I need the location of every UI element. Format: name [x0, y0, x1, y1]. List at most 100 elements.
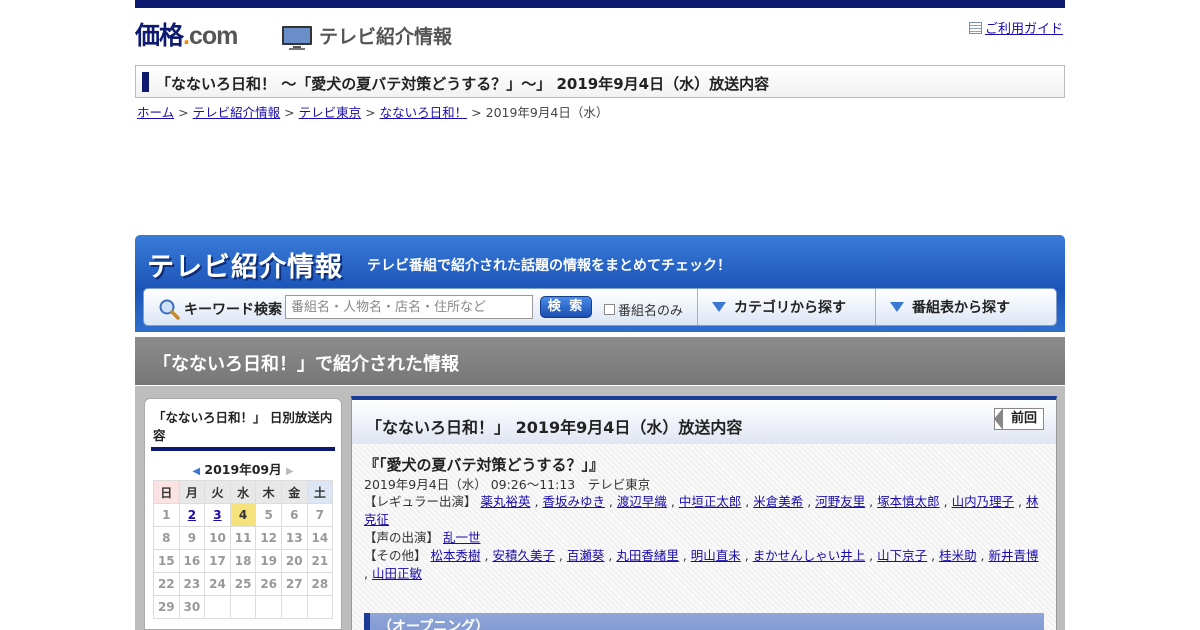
- cast-member-link[interactable]: 薬丸裕英: [481, 494, 531, 509]
- triangle-down-icon: [712, 302, 726, 312]
- voice-cast-line: 【声の出演】 乱一世: [364, 529, 1044, 547]
- cast-member-link[interactable]: 安積久美子: [492, 548, 555, 563]
- cast-member-link[interactable]: 山田正敏: [372, 566, 422, 581]
- cast-member-link[interactable]: 明山直未: [691, 548, 741, 563]
- category-search-button[interactable]: カテゴリから探す: [697, 289, 875, 325]
- calendar-week-row: 22 23 24 25 26 27 28: [153, 572, 334, 596]
- cast-member-link[interactable]: 河野友里: [815, 494, 865, 509]
- calendar-day: 1: [153, 503, 180, 527]
- calendar-week-row: 29 30: [153, 595, 334, 619]
- calendar-day: 24: [204, 572, 231, 596]
- calendar-day: 16: [178, 549, 206, 573]
- episode-meta: 2019年9月4日（水） 09:26～11:13 テレビ東京: [364, 477, 651, 492]
- calendar-weekday: 火: [204, 480, 231, 504]
- regular-cast-line: 【レギュラー出演】 薬丸裕英 , 香坂みゆき , 渡辺早織 , 中垣正太郎 , …: [364, 493, 1044, 529]
- checkbox-label: 番組名のみ: [618, 304, 684, 319]
- calendar-day: 27: [280, 572, 308, 596]
- panel-heading: 「なないろ日和！」 2019年9月4日（水）放送内容: [366, 418, 743, 437]
- episode-title: 『「愛犬の夏バテ対策どうする？」』: [364, 456, 605, 474]
- page-heading-text: 「なないろ日和！ ～「愛犬の夏バテ対策どうする？」～」 2019年9月4日（水）…: [156, 75, 770, 93]
- breadcrumb-home[interactable]: ホーム: [137, 105, 174, 120]
- calendar-weekday: 水: [229, 480, 257, 504]
- calendar-weekday: 土: [306, 480, 334, 504]
- calendar-day: 18: [229, 549, 257, 573]
- page-heading: 「なないろ日和！ ～「愛犬の夏バテ対策どうする？」～」 2019年9月4日（水）…: [135, 65, 1065, 98]
- cast-member-link[interactable]: 山下京子: [877, 548, 927, 563]
- calendar-day: 19: [255, 549, 282, 573]
- calendar-day: 21: [306, 549, 334, 573]
- program-only-checkbox[interactable]: 番組名のみ: [604, 300, 683, 319]
- cast-member-link[interactable]: 山内乃理子: [952, 494, 1015, 509]
- regular-cast-label: 【レギュラー出演】: [364, 494, 477, 509]
- cast-member-link[interactable]: 新井青博: [989, 548, 1039, 563]
- calendar: 日月火水木金土 1 2 3 4 5 6 7 8 9 10 11 12 13 14 15 16 17 18 19 20 2…: [153, 480, 334, 619]
- voice-cast-list: 乱一世: [443, 530, 481, 545]
- other-cast-label: 【その他】: [364, 548, 427, 563]
- cast-member-link[interactable]: 桂米助: [939, 548, 977, 563]
- calendar-empty-cell: [280, 595, 308, 619]
- calendar-day: 13: [280, 526, 308, 550]
- schedule-search-button[interactable]: 番組表から探す: [875, 289, 1056, 325]
- calendar-day: 28: [306, 572, 334, 596]
- cast-member-link[interactable]: 中垣正太郎: [679, 494, 742, 509]
- breadcrumb-current: 2019年9月4日（水）: [485, 105, 609, 120]
- calendar-month: 2019年09月: [204, 462, 282, 477]
- calendar-day: 7: [306, 503, 334, 527]
- cast-member-link[interactable]: 米倉美希: [753, 494, 803, 509]
- site-header: 価格.com テレビ紹介情報 ご利用ガイド: [135, 8, 1065, 63]
- banner-subtitle: テレビ番組で紹介された話題の情報をまとめてチェック！: [367, 258, 731, 274]
- calendar-day: 29: [153, 595, 180, 619]
- section-band-title: 「なないろ日和！」で紹介された情報: [153, 354, 459, 375]
- broadcast-content-panel: 「なないろ日和！」 2019年9月4日（水）放送内容 前回 『「愛犬の夏バテ対策…: [351, 396, 1057, 630]
- opening-section-title: （オープニング）: [378, 619, 490, 630]
- search-input[interactable]: [285, 295, 533, 319]
- triangle-down-icon: [890, 302, 904, 312]
- section-band: 「なないろ日和！」で紹介された情報: [135, 337, 1065, 385]
- calendar-day[interactable]: 3: [204, 503, 231, 527]
- cast-member-link[interactable]: 渡辺早織: [617, 494, 667, 509]
- cast-member-link[interactable]: 香坂みゆき: [542, 494, 605, 509]
- guide-link-text[interactable]: ご利用ガイド: [985, 18, 1063, 37]
- cast-member-link[interactable]: 松本秀樹: [431, 548, 481, 563]
- calendar-empty-cell: [229, 595, 257, 619]
- calendar-empty-cell: [255, 595, 282, 619]
- calendar-day: 11: [229, 526, 257, 550]
- previous-button[interactable]: 前回: [994, 408, 1044, 430]
- cast-member-link[interactable]: 丸田香緒里: [616, 548, 679, 563]
- calendar-day: 30: [178, 595, 206, 619]
- tv-info-banner: テレビ紹介情報 テレビ番組で紹介された話題の情報をまとめてチェック！ キーワード…: [135, 235, 1065, 332]
- calendar-day: 23: [178, 572, 206, 596]
- calendar-day[interactable]: 2: [178, 503, 206, 527]
- cast-member-link[interactable]: 百瀬葵: [567, 548, 605, 563]
- calendar-weekday: 金: [280, 480, 308, 504]
- other-cast-line: 【その他】 松本秀樹 , 安積久美子 , 百瀬葵 , 丸田香緒里 , 明山直未 …: [364, 547, 1044, 583]
- cast-member-link[interactable]: まかせんしゃい井上: [753, 548, 866, 563]
- calendar-weekday-row: 日月火水木金土: [153, 480, 334, 504]
- calendar-day: 22: [153, 572, 180, 596]
- calendar-week-row: 8 9 10 11 12 13 14: [153, 526, 334, 550]
- breadcrumb-tv-info[interactable]: テレビ紹介情報: [193, 105, 281, 120]
- daily-broadcast-sidebar: 「なないろ日和！」 日別放送内容 ◀ 2019年09月 ▶ 日月火水木金土 12…: [144, 398, 342, 630]
- calendar-empty-cell: [204, 595, 231, 619]
- cast-member-link[interactable]: 塚本慎太郎: [877, 494, 940, 509]
- calendar-day: 25: [229, 572, 257, 596]
- voice-cast-label: 【声の出演】: [364, 530, 440, 545]
- calendar-day: 17: [204, 549, 231, 573]
- guide-link[interactable]: ご利用ガイド: [968, 18, 1063, 37]
- panel-header: 「なないろ日和！」 2019年9月4日（水）放送内容 前回: [352, 400, 1056, 444]
- calendar-weekday: 月: [178, 480, 206, 504]
- checkbox-box[interactable]: [604, 304, 615, 315]
- prev-month-icon[interactable]: ◀: [192, 466, 200, 477]
- breadcrumb-tv-tokyo[interactable]: テレビ東京: [299, 105, 362, 120]
- section-title[interactable]: テレビ紹介情報: [319, 24, 452, 50]
- search-bar: キーワード検索 検 索 番組名のみ カテゴリから探す 番組表から探す: [143, 288, 1057, 326]
- banner-title[interactable]: テレビ紹介情報: [147, 245, 343, 284]
- keyword-search-text: キーワード検索: [184, 302, 282, 318]
- calendar-day: 6: [280, 503, 308, 527]
- cast-member-link[interactable]: 乱一世: [443, 530, 481, 545]
- breadcrumb-program[interactable]: なないろ日和！: [380, 105, 468, 120]
- search-button[interactable]: 検 索: [540, 296, 592, 318]
- other-cast-list: 松本秀樹 , 安積久美子 , 百瀬葵 , 丸田香緒里 , 明山直未 , まかせん…: [364, 548, 1039, 581]
- kakaku-logo[interactable]: 価格.com: [135, 22, 238, 50]
- magnifier-icon: [159, 299, 180, 320]
